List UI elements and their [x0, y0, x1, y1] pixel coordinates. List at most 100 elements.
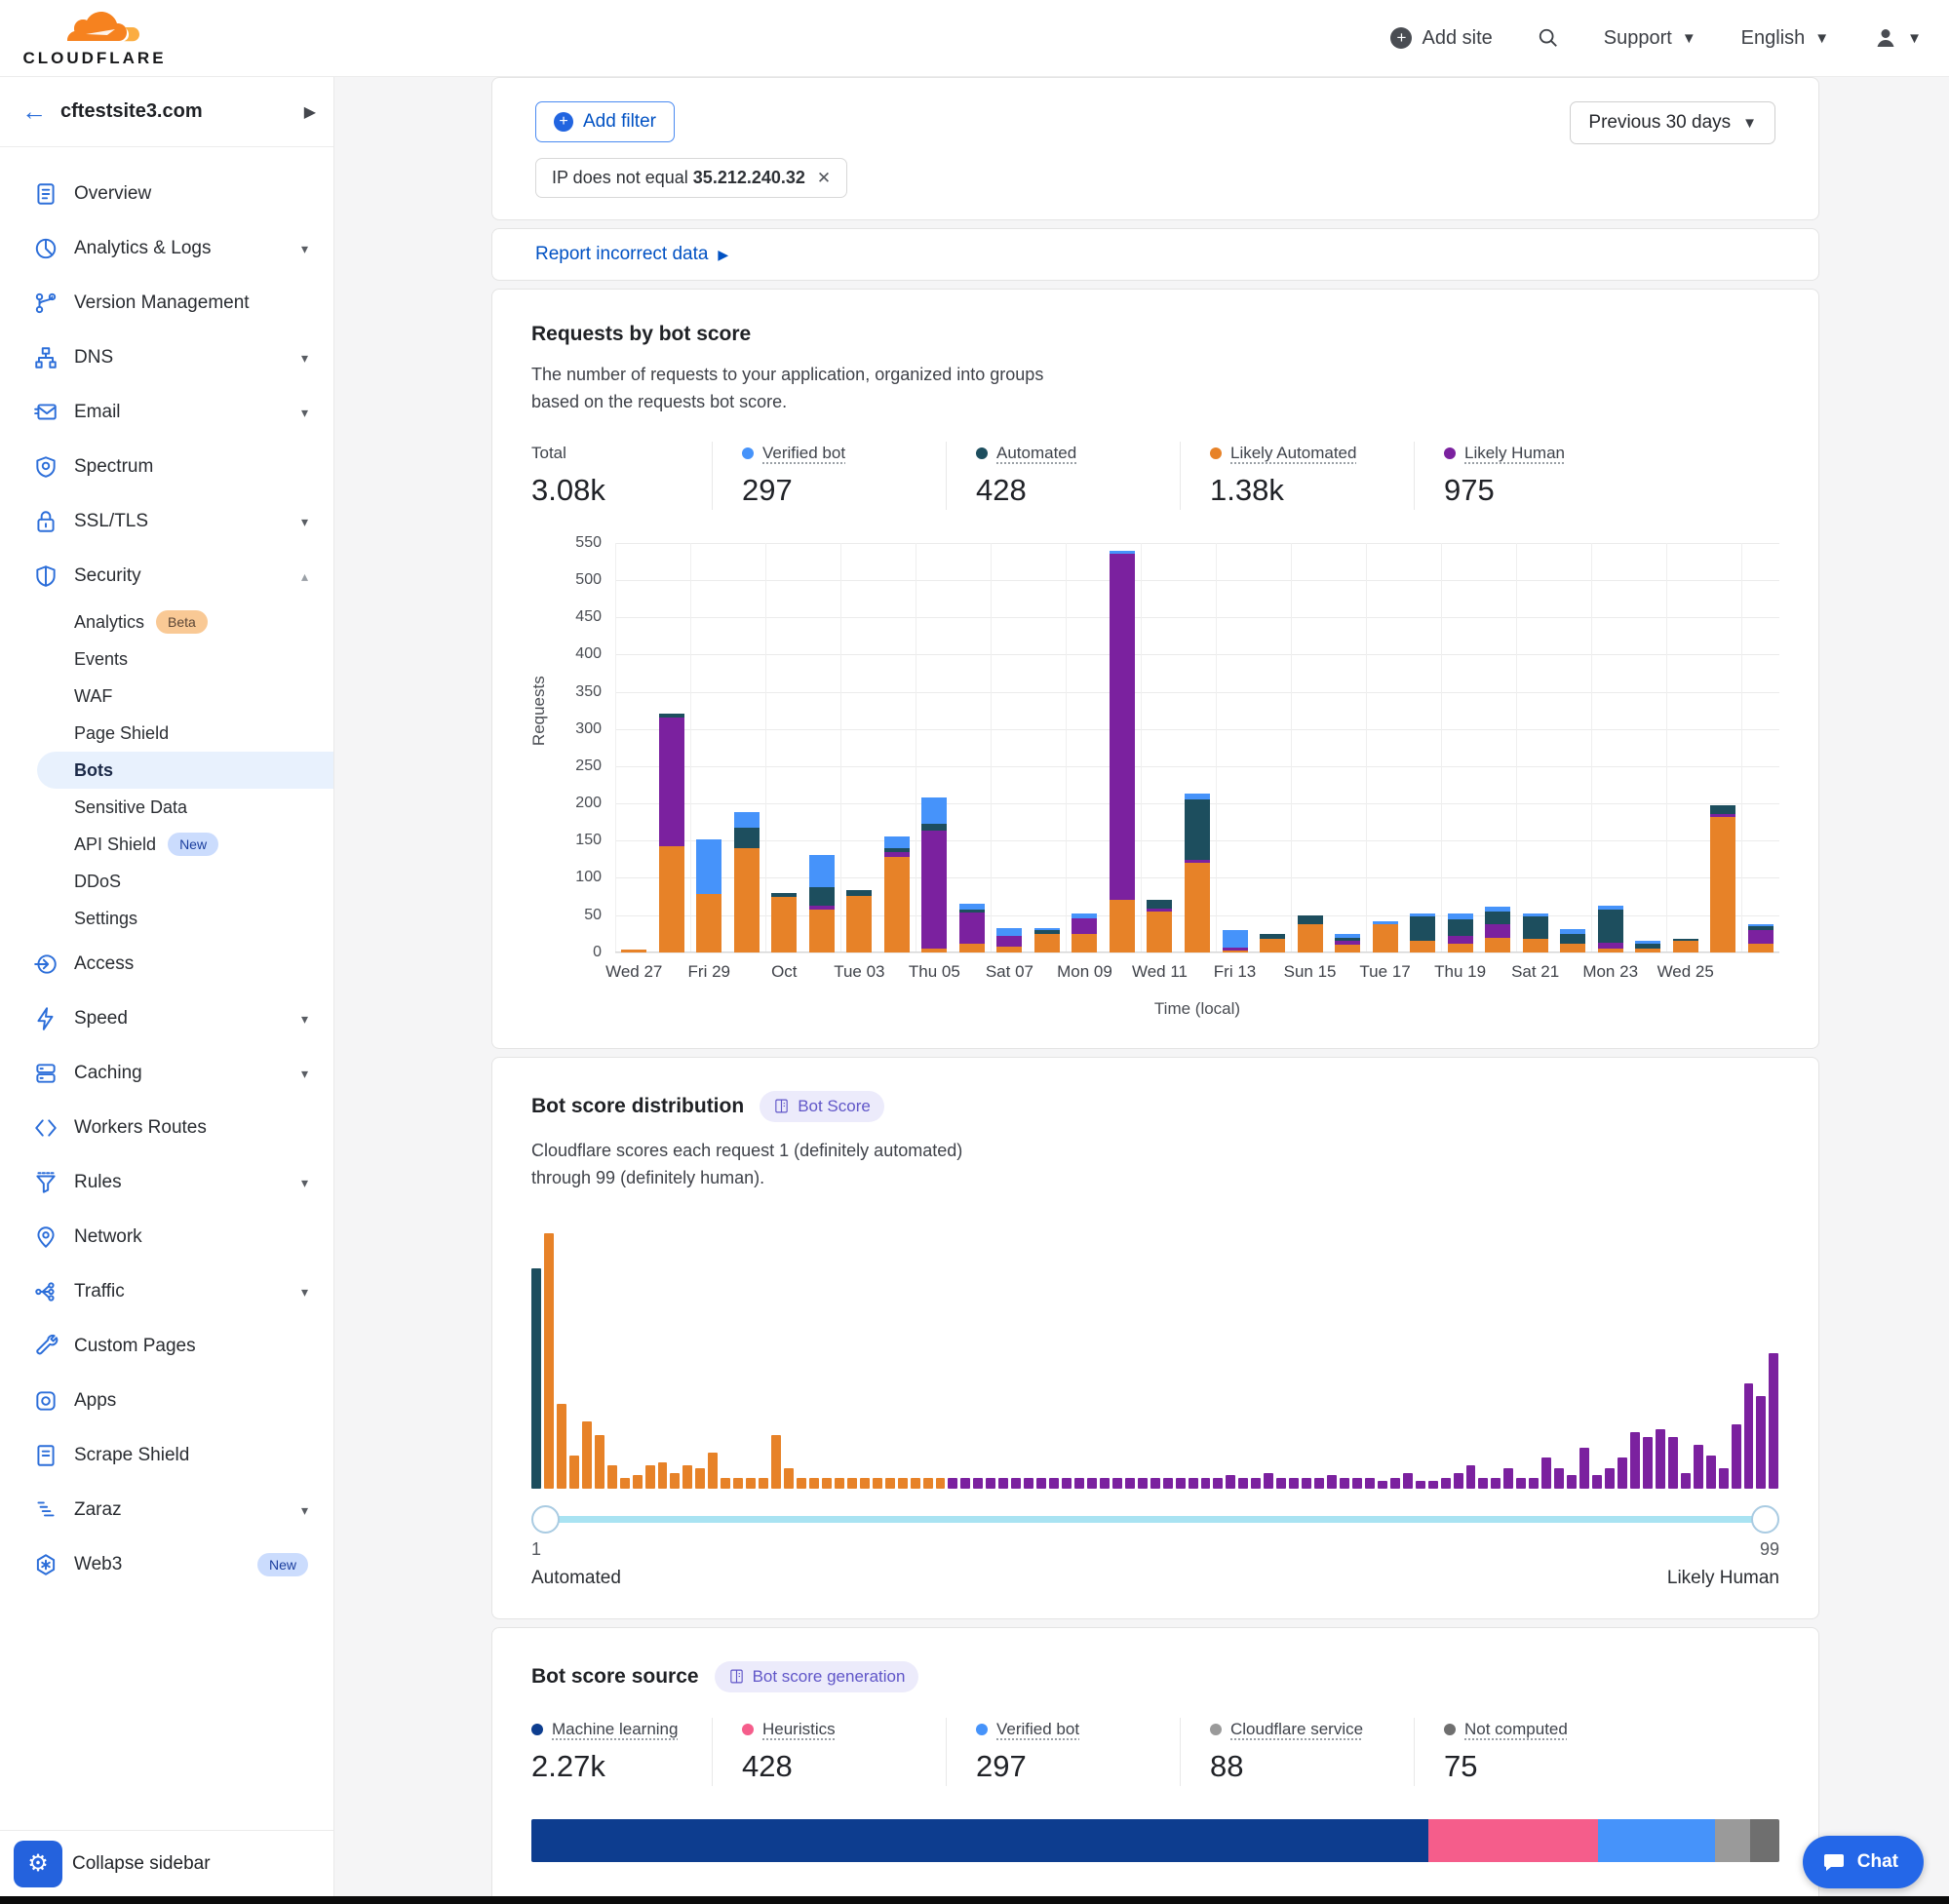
x-tick-label: Oct	[771, 962, 797, 982]
collapse-sidebar-button[interactable]: Collapse sidebar	[72, 1853, 211, 1875]
hist-bar-score-86	[1605, 1468, 1615, 1489]
segment-likely-automated	[1185, 863, 1210, 952]
hist-bar-score-76	[1478, 1478, 1488, 1488]
sidebar-item-email[interactable]: Email▾	[0, 385, 333, 440]
segment-likely-human	[659, 718, 684, 845]
sidebar-subitem-analytics[interactable]: AnalyticsBeta	[0, 603, 333, 641]
stat-label[interactable]: Likely Human	[1464, 444, 1565, 463]
segment-automated	[1523, 916, 1548, 939]
sidebar-item-overview[interactable]: Overview	[0, 167, 333, 221]
settings-gear-button[interactable]: ⚙	[14, 1841, 62, 1887]
stat-label[interactable]: Likely Automated	[1230, 444, 1356, 463]
sidebar-item-spectrum[interactable]: Spectrum	[0, 440, 333, 494]
hist-bar-score-83	[1567, 1475, 1577, 1488]
slider-handle-min[interactable]	[531, 1505, 560, 1534]
stat-label[interactable]: Not computed	[1464, 1720, 1568, 1739]
hist-bar-score-17	[733, 1478, 743, 1488]
hist-bar-score-62	[1302, 1478, 1311, 1488]
segment-likely-automated	[1598, 949, 1623, 952]
sidebar-item-workers-routes[interactable]: Workers Routes	[0, 1101, 333, 1155]
sidebar-item-ssl-tls[interactable]: SSL/TLS▾	[0, 494, 333, 549]
sidebar-item-version-management[interactable]: Version Management	[0, 276, 333, 330]
stat-label[interactable]: Verified bot	[762, 444, 845, 463]
segment-automated	[1448, 919, 1473, 936]
dns-icon	[32, 345, 58, 371]
segment-likely-automated	[1298, 924, 1323, 952]
sidebar-subitem-api-shield[interactable]: API ShieldNew	[0, 826, 333, 863]
segment-likely-human	[921, 831, 947, 949]
sidebar-item-security[interactable]: Security▴	[0, 549, 333, 603]
sidebar-item-rules[interactable]: Rules▾	[0, 1155, 333, 1210]
segment-automated	[734, 828, 760, 848]
chevron-right-icon[interactable]: ▶	[304, 102, 316, 122]
segment-likely-automated	[659, 846, 684, 952]
hist-bar-score-8	[620, 1478, 630, 1488]
stat-not-computed: Not computed75	[1414, 1718, 1648, 1786]
language-menu[interactable]: English▼	[1741, 27, 1829, 50]
hist-bar-score-44	[1074, 1478, 1084, 1488]
stat-likely-automated: Likely Automated1.38k	[1180, 442, 1414, 510]
sidebar-item-zaraz[interactable]: Zaraz▾	[0, 1483, 333, 1537]
hist-bar-score-9	[633, 1475, 643, 1488]
sidebar-item-access[interactable]: Access	[0, 937, 333, 991]
back-arrow-icon[interactable]: ←	[21, 97, 60, 127]
segment-likely-automated	[1635, 949, 1660, 952]
docs-icon	[773, 1098, 790, 1114]
sidebar-item-apps[interactable]: Apps	[0, 1374, 333, 1428]
sidebar-subitem-page-shield[interactable]: Page Shield	[0, 715, 333, 752]
sidebar-item-web3[interactable]: Web3New	[0, 1537, 333, 1592]
sidebar-subitem-waf[interactable]: WAF	[0, 678, 333, 715]
stat-cloudflare-service: Cloudflare service88	[1180, 1718, 1414, 1786]
search-button[interactable]	[1538, 27, 1559, 49]
sidebar-item-network[interactable]: Network	[0, 1210, 333, 1264]
report-incorrect-data-link[interactable]: Report incorrect data ▶	[535, 244, 728, 265]
sidebar-item-speed[interactable]: Speed▾	[0, 991, 333, 1046]
sidebar-item-custom-pages[interactable]: Custom Pages	[0, 1319, 333, 1374]
segment-likely-automated	[884, 857, 910, 952]
zaraz-icon	[32, 1497, 58, 1524]
segment-verified-bot	[696, 839, 721, 894]
hist-bar-score-40	[1024, 1478, 1033, 1488]
chat-button[interactable]: Chat	[1803, 1836, 1924, 1888]
sidebar-item-caching[interactable]: Caching▾	[0, 1046, 333, 1101]
close-icon[interactable]: ✕	[817, 169, 831, 188]
hist-bar-score-16	[721, 1478, 730, 1488]
speed-icon	[32, 1006, 58, 1032]
sidebar-subitem-bots[interactable]: Bots	[37, 752, 333, 789]
stat-value: 3.08k	[531, 473, 682, 508]
y-tick-label: 100	[575, 869, 602, 886]
stat-label[interactable]: Verified bot	[996, 1720, 1079, 1739]
sidebar-subitem-settings[interactable]: Settings	[0, 900, 333, 937]
add-filter-button[interactable]: + Add filter	[535, 101, 675, 142]
sidebar-item-dns[interactable]: DNS▾	[0, 330, 333, 385]
cloudflare-logo[interactable]: CLOUDFLARE	[21, 8, 168, 68]
stat-label[interactable]: Heuristics	[762, 1720, 836, 1739]
account-menu[interactable]: ▼	[1874, 26, 1922, 50]
sidebar-subitem-ddos[interactable]: DDoS	[0, 863, 333, 900]
sidebar-item-scrape-shield[interactable]: Scrape Shield	[0, 1428, 333, 1483]
sidebar-item-analytics-logs[interactable]: Analytics & Logs▾	[0, 221, 333, 276]
date-range-dropdown[interactable]: Previous 30 days ▼	[1570, 101, 1775, 144]
network-icon	[32, 1224, 58, 1251]
hist-bar-score-54	[1201, 1478, 1211, 1488]
stat-label[interactable]: Cloudflare service	[1230, 1720, 1363, 1739]
support-menu[interactable]: Support▼	[1604, 27, 1696, 50]
segment-likely-human	[1072, 918, 1097, 933]
bot-score-generation-docs-badge[interactable]: Bot score generation	[715, 1661, 919, 1692]
segment-automated	[1298, 915, 1323, 924]
hist-bar-score-84	[1579, 1448, 1589, 1489]
stacked-bar-oct-25	[1673, 939, 1698, 952]
sidebar-subitem-events[interactable]: Events	[0, 641, 333, 678]
sidebar-item-traffic[interactable]: Traffic▾	[0, 1264, 333, 1319]
slider-track[interactable]	[537, 1516, 1774, 1523]
sidebar-subitem-sensitive-data[interactable]: Sensitive Data	[0, 789, 333, 826]
segment-verified-bot	[1223, 930, 1248, 948]
hist-bar-score-38	[998, 1478, 1008, 1488]
stat-label[interactable]: Machine learning	[552, 1720, 678, 1739]
filter-card: + Add filter IP does not equal 35.212.24…	[491, 77, 1819, 220]
bot-score-docs-badge[interactable]: Bot Score	[760, 1091, 884, 1122]
filter-chip[interactable]: IP does not equal 35.212.240.32 ✕	[535, 158, 847, 198]
slider-handle-max[interactable]	[1751, 1505, 1779, 1534]
add-site-button[interactable]: + Add site	[1390, 27, 1492, 50]
stat-label[interactable]: Automated	[996, 444, 1076, 463]
